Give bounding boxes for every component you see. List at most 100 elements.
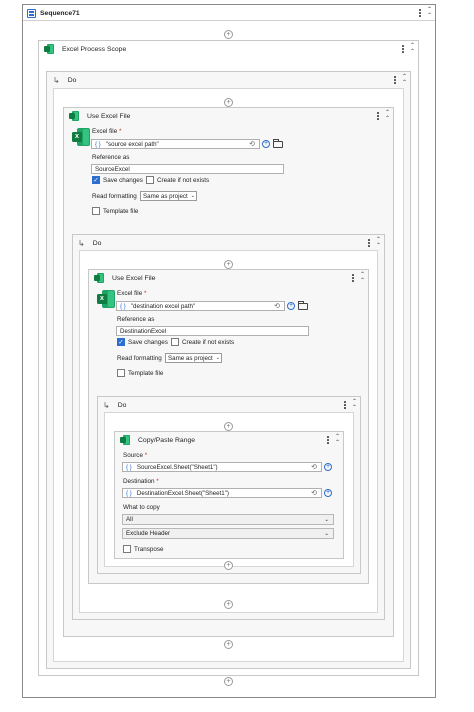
use-excel-collapse-icon-1[interactable]: ⌃ ⌃	[385, 110, 390, 122]
refresh-icon[interactable]: ⟲	[274, 302, 280, 311]
destination-value: DestinationExcel.Sheet("Sheet1")	[136, 489, 229, 497]
excel-file-label: Excel file *	[117, 290, 147, 297]
header-divider	[23, 20, 435, 21]
create-if-not-exists-label: Create if not exists	[182, 339, 235, 346]
excel-scope-collapse-icon[interactable]: ⌃ ⌃	[410, 43, 415, 55]
use-excel-collapse-icon-2[interactable]: ⌃ ⌃	[360, 272, 365, 284]
plus-menu-icon[interactable]: +	[324, 489, 332, 497]
save-changes-checkbox[interactable]: ✓	[92, 176, 100, 184]
template-file-label: Template file	[128, 370, 164, 377]
add-activity-button[interactable]: +	[224, 98, 233, 107]
add-activity-button[interactable]: +	[224, 677, 233, 686]
add-activity-button[interactable]: +	[224, 422, 233, 431]
use-excel-title-1: Use Excel File	[87, 112, 131, 120]
use-excel-header-2[interactable]: Use Excel File ⌃ ⌃	[89, 271, 368, 285]
folder-icon[interactable]	[298, 301, 308, 310]
template-file-checkbox[interactable]	[92, 207, 100, 215]
expression-icon: { }	[126, 463, 132, 471]
what-to-copy-dropdown[interactable]: All ⌄	[122, 514, 334, 525]
destination-label: Destination *	[123, 478, 159, 485]
do-title-3: Do	[117, 401, 127, 409]
use-excel-title-2: Use Excel File	[112, 274, 156, 282]
reference-label: Reference as	[92, 154, 130, 161]
do-collapse-icon-1[interactable]: ⌃ ⌃	[402, 74, 407, 86]
refresh-icon[interactable]: ⟲	[311, 463, 317, 472]
transpose-label: Transpose	[134, 546, 164, 553]
do-header-2[interactable]: ↳ Do ⌃ ⌃	[73, 236, 384, 250]
use-excel-menu-icon-2[interactable]	[351, 274, 354, 282]
copy-paste-menu-icon[interactable]	[326, 436, 329, 444]
destination-input[interactable]: { } DestinationExcel.Sheet("Sheet1") ⟲	[122, 488, 322, 498]
reference-input[interactable]: SourceExcel	[91, 164, 284, 174]
save-changes-checkbox[interactable]: ✓	[117, 338, 125, 346]
what-to-copy-value: All	[126, 516, 133, 523]
header-option-dropdown[interactable]: Exclude Header ⌄	[122, 528, 334, 539]
read-formatting-dropdown[interactable]: Same as project ⌄	[165, 353, 222, 363]
copy-paste-collapse-icon[interactable]: ⌃ ⌃	[335, 434, 340, 446]
transpose-checkbox[interactable]	[123, 545, 131, 553]
do-collapse-icon-2[interactable]: ⌃ ⌃	[376, 237, 381, 249]
excel-scope-header[interactable]: Excel Process Scope ⌃ ⌃	[39, 42, 418, 56]
chevron-down-icon: ⌄	[190, 193, 195, 199]
add-activity-button[interactable]: +	[224, 600, 233, 609]
read-formatting-label: Read formatting	[117, 355, 162, 362]
plus-menu-icon[interactable]: +	[324, 463, 332, 471]
chevron-down-icon: ⌄	[324, 530, 329, 537]
expression-icon: { }	[126, 489, 132, 497]
do-title-2: Do	[92, 239, 102, 247]
do-menu-icon-1[interactable]	[393, 76, 396, 84]
excel-icon	[94, 273, 104, 283]
create-if-not-exists-checkbox[interactable]	[171, 338, 179, 346]
sequence-header[interactable]: Sequence71 ⌃ ⌃	[23, 6, 435, 20]
expression-icon: { }	[120, 302, 126, 310]
sequence-menu-icon[interactable]	[418, 9, 421, 17]
sequence-title: Sequence71	[40, 9, 80, 17]
plus-menu-icon[interactable]: +	[287, 302, 295, 310]
excel-file-label: Excel file *	[92, 128, 122, 135]
source-input[interactable]: { } SourceExcel.Sheet("Sheet1") ⟲	[122, 462, 322, 472]
add-activity-button[interactable]: +	[224, 640, 233, 649]
do-menu-icon-3[interactable]	[343, 401, 346, 409]
excel-icon	[44, 44, 54, 54]
excel-icon	[120, 435, 130, 445]
add-activity-button[interactable]: +	[224, 260, 233, 269]
expression-icon: { }	[95, 140, 101, 148]
excel-file-value: "source excel path"	[105, 140, 159, 148]
plus-menu-icon[interactable]: +	[262, 140, 270, 148]
do-header-1[interactable]: ↳ Do ⌃ ⌃	[47, 73, 410, 87]
excel-scope-title: Excel Process Scope	[62, 45, 127, 53]
save-changes-label: Save changes	[103, 177, 143, 184]
do-arrow-icon: ↳	[103, 400, 110, 410]
excel-scope-menu-icon[interactable]	[401, 45, 404, 53]
create-if-not-exists-label: Create if not exists	[157, 177, 210, 184]
excel-file-input[interactable]: { } "destination excel path" ⟲	[116, 301, 285, 311]
excel-large-icon: x	[97, 290, 115, 308]
add-activity-button[interactable]: +	[224, 561, 233, 570]
read-formatting-value: Same as project	[143, 192, 188, 200]
template-file-checkbox[interactable]	[117, 369, 125, 377]
do-arrow-icon: ↳	[53, 75, 60, 85]
do-collapse-icon-3[interactable]: ⌃ ⌃	[352, 399, 357, 411]
read-formatting-dropdown[interactable]: Same as project ⌄	[140, 191, 197, 201]
do-header-3[interactable]: ↳ Do ⌃ ⌃	[98, 398, 360, 412]
source-value: SourceExcel.Sheet("Sheet1")	[136, 463, 218, 471]
chevron-down-icon: ⌄	[324, 516, 329, 523]
refresh-icon[interactable]: ⟲	[249, 140, 255, 149]
refresh-icon[interactable]: ⟲	[311, 489, 317, 498]
reference-value: DestinationExcel	[120, 327, 167, 335]
excel-icon	[69, 111, 79, 121]
excel-large-icon: x	[72, 128, 90, 146]
save-changes-label: Save changes	[128, 339, 168, 346]
add-activity-button[interactable]: +	[224, 30, 233, 39]
reference-input[interactable]: DestinationExcel	[116, 326, 309, 336]
use-excel-menu-icon-1[interactable]	[376, 112, 379, 120]
create-if-not-exists-checkbox[interactable]	[146, 176, 154, 184]
copy-paste-header[interactable]: Copy/Paste Range ⌃ ⌃	[115, 433, 343, 447]
use-excel-header-1[interactable]: Use Excel File ⌃ ⌃	[64, 109, 393, 123]
excel-file-input[interactable]: { } "source excel path" ⟲	[91, 139, 260, 149]
sequence-collapse-icon[interactable]: ⌃ ⌃	[427, 7, 432, 19]
do-title-1: Do	[67, 76, 77, 84]
do-menu-icon-2[interactable]	[367, 239, 370, 247]
folder-icon[interactable]	[273, 139, 283, 148]
read-formatting-value: Same as project	[168, 354, 213, 362]
